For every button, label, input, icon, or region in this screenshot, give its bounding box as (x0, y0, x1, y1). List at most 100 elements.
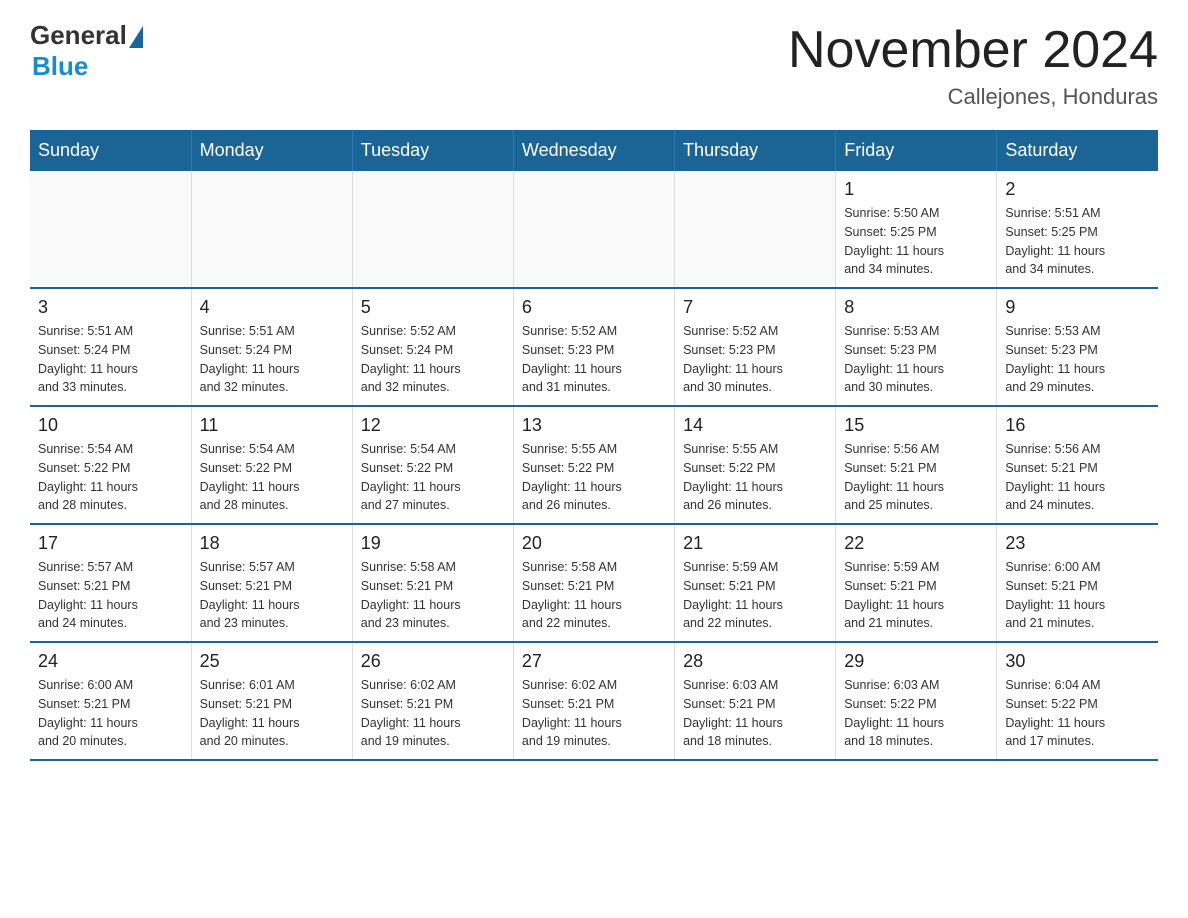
day-number: 18 (200, 533, 344, 554)
main-title: November 2024 (788, 20, 1158, 80)
calendar-cell: 3 Sunrise: 5:51 AM Sunset: 5:24 PM Daylig… (30, 288, 191, 406)
day-info: Sunrise: 5:55 AM Sunset: 5:22 PM Dayligh… (522, 440, 666, 515)
calendar-cell: 5 Sunrise: 5:52 AM Sunset: 5:24 PM Daylig… (352, 288, 513, 406)
day-number: 26 (361, 651, 505, 672)
day-info: Sunrise: 5:59 AM Sunset: 5:21 PM Dayligh… (683, 558, 827, 633)
calendar-cell: 28Sunrise: 6:03 AM Sunset: 5:21 PM Dayli… (675, 642, 836, 760)
day-number: 13 (522, 415, 666, 436)
day-info: Sunrise: 5:52 AM Sunset: 5:24 PM Dayligh… (361, 322, 505, 397)
day-number: 1 (844, 179, 988, 200)
day-info: Sunrise: 5:50 AM Sunset: 5:25 PM Dayligh… (844, 204, 988, 279)
day-info: Sunrise: 5:57 AM Sunset: 5:21 PM Dayligh… (38, 558, 183, 633)
day-number: 22 (844, 533, 988, 554)
day-info: Sunrise: 6:04 AM Sunset: 5:22 PM Dayligh… (1005, 676, 1150, 751)
day-number: 24 (38, 651, 183, 672)
calendar-body: 1 Sunrise: 5:50 AM Sunset: 5:25 PM Daylig… (30, 171, 1158, 760)
calendar-cell: 25 Sunrise: 6:01 AM Sunset: 5:21 PM Dayli… (191, 642, 352, 760)
day-info: Sunrise: 6:02 AM Sunset: 5:21 PM Dayligh… (522, 676, 666, 751)
day-info: Sunrise: 5:51 AM Sunset: 5:25 PM Dayligh… (1005, 204, 1150, 279)
day-number: 30 (1005, 651, 1150, 672)
day-info: Sunrise: 5:58 AM Sunset: 5:21 PM Dayligh… (522, 558, 666, 633)
day-info: Sunrise: 5:57 AM Sunset: 5:21 PM Dayligh… (200, 558, 344, 633)
calendar-cell: 29 Sunrise: 6:03 AM Sunset: 5:22 PM Dayli… (836, 642, 997, 760)
day-number: 8 (844, 297, 988, 318)
day-number: 2 (1005, 179, 1150, 200)
calendar-cell (352, 171, 513, 288)
day-number: 16 (1005, 415, 1150, 436)
day-info: Sunrise: 6:03 AM Sunset: 5:22 PM Dayligh… (844, 676, 988, 751)
calendar-cell: 21 Sunrise: 5:59 AM Sunset: 5:21 PM Dayli… (675, 524, 836, 642)
week-row-4: 17 Sunrise: 5:57 AM Sunset: 5:21 PM Dayli… (30, 524, 1158, 642)
calendar-cell: 17 Sunrise: 5:57 AM Sunset: 5:21 PM Dayli… (30, 524, 191, 642)
day-info: Sunrise: 5:58 AM Sunset: 5:21 PM Dayligh… (361, 558, 505, 633)
calendar-cell: 26 Sunrise: 6:02 AM Sunset: 5:21 PM Dayli… (352, 642, 513, 760)
day-info: Sunrise: 6:00 AM Sunset: 5:21 PM Dayligh… (1005, 558, 1150, 633)
calendar-cell: 11 Sunrise: 5:54 AM Sunset: 5:22 PM Dayli… (191, 406, 352, 524)
header-cell-sunday: Sunday (30, 130, 191, 171)
day-info: Sunrise: 6:02 AM Sunset: 5:21 PM Dayligh… (361, 676, 505, 751)
day-number: 29 (844, 651, 988, 672)
day-info: Sunrise: 5:51 AM Sunset: 5:24 PM Dayligh… (38, 322, 183, 397)
logo-triangle-icon (129, 26, 143, 48)
header-cell-tuesday: Tuesday (352, 130, 513, 171)
calendar-cell: 1 Sunrise: 5:50 AM Sunset: 5:25 PM Daylig… (836, 171, 997, 288)
calendar-cell: 15Sunrise: 5:56 AM Sunset: 5:21 PM Dayli… (836, 406, 997, 524)
calendar-cell: 23Sunrise: 6:00 AM Sunset: 5:21 PM Dayli… (997, 524, 1158, 642)
calendar-cell: 13 Sunrise: 5:55 AM Sunset: 5:22 PM Dayli… (513, 406, 674, 524)
day-number: 9 (1005, 297, 1150, 318)
calendar-cell: 24 Sunrise: 6:00 AM Sunset: 5:21 PM Dayli… (30, 642, 191, 760)
day-info: Sunrise: 5:56 AM Sunset: 5:21 PM Dayligh… (1005, 440, 1150, 515)
calendar-cell (675, 171, 836, 288)
calendar-cell: 7 Sunrise: 5:52 AM Sunset: 5:23 PM Daylig… (675, 288, 836, 406)
calendar-cell (30, 171, 191, 288)
day-number: 14 (683, 415, 827, 436)
day-info: Sunrise: 5:52 AM Sunset: 5:23 PM Dayligh… (522, 322, 666, 397)
header-cell-wednesday: Wednesday (513, 130, 674, 171)
day-info: Sunrise: 5:53 AM Sunset: 5:23 PM Dayligh… (1005, 322, 1150, 397)
logo-general-text: General (30, 20, 127, 51)
day-info: Sunrise: 6:01 AM Sunset: 5:21 PM Dayligh… (200, 676, 344, 751)
location-subtitle: Callejones, Honduras (788, 84, 1158, 110)
day-info: Sunrise: 5:55 AM Sunset: 5:22 PM Dayligh… (683, 440, 827, 515)
calendar-cell (191, 171, 352, 288)
day-number: 10 (38, 415, 183, 436)
day-number: 20 (522, 533, 666, 554)
day-info: Sunrise: 5:54 AM Sunset: 5:22 PM Dayligh… (38, 440, 183, 515)
calendar-header: SundayMondayTuesdayWednesdayThursdayFrid… (30, 130, 1158, 171)
day-number: 21 (683, 533, 827, 554)
day-number: 3 (38, 297, 183, 318)
logo: General Blue (30, 20, 143, 82)
calendar-cell: 18 Sunrise: 5:57 AM Sunset: 5:21 PM Dayli… (191, 524, 352, 642)
title-section: November 2024 Callejones, Honduras (788, 20, 1158, 110)
day-number: 4 (200, 297, 344, 318)
day-number: 11 (200, 415, 344, 436)
calendar-cell: 2 Sunrise: 5:51 AM Sunset: 5:25 PM Daylig… (997, 171, 1158, 288)
header-cell-friday: Friday (836, 130, 997, 171)
day-number: 25 (200, 651, 344, 672)
day-info: Sunrise: 5:54 AM Sunset: 5:22 PM Dayligh… (200, 440, 344, 515)
calendar-cell: 8 Sunrise: 5:53 AM Sunset: 5:23 PM Daylig… (836, 288, 997, 406)
day-info: Sunrise: 6:00 AM Sunset: 5:21 PM Dayligh… (38, 676, 183, 751)
week-row-1: 1 Sunrise: 5:50 AM Sunset: 5:25 PM Daylig… (30, 171, 1158, 288)
calendar-cell: 16 Sunrise: 5:56 AM Sunset: 5:21 PM Dayli… (997, 406, 1158, 524)
calendar-cell: 10 Sunrise: 5:54 AM Sunset: 5:22 PM Dayli… (30, 406, 191, 524)
day-number: 12 (361, 415, 505, 436)
day-number: 7 (683, 297, 827, 318)
calendar-cell: 22Sunrise: 5:59 AM Sunset: 5:21 PM Dayli… (836, 524, 997, 642)
calendar-cell: 20 Sunrise: 5:58 AM Sunset: 5:21 PM Dayli… (513, 524, 674, 642)
day-number: 5 (361, 297, 505, 318)
day-number: 28 (683, 651, 827, 672)
day-info: Sunrise: 5:52 AM Sunset: 5:23 PM Dayligh… (683, 322, 827, 397)
day-number: 19 (361, 533, 505, 554)
calendar-cell: 19 Sunrise: 5:58 AM Sunset: 5:21 PM Dayli… (352, 524, 513, 642)
week-row-5: 24 Sunrise: 6:00 AM Sunset: 5:21 PM Dayli… (30, 642, 1158, 760)
day-number: 17 (38, 533, 183, 554)
calendar-cell: 30 Sunrise: 6:04 AM Sunset: 5:22 PM Dayli… (997, 642, 1158, 760)
calendar-cell: 4Sunrise: 5:51 AM Sunset: 5:24 PM Daylig… (191, 288, 352, 406)
calendar-cell: 9 Sunrise: 5:53 AM Sunset: 5:23 PM Daylig… (997, 288, 1158, 406)
day-info: Sunrise: 5:54 AM Sunset: 5:22 PM Dayligh… (361, 440, 505, 515)
calendar-cell: 27Sunrise: 6:02 AM Sunset: 5:21 PM Dayli… (513, 642, 674, 760)
week-row-3: 10 Sunrise: 5:54 AM Sunset: 5:22 PM Dayli… (30, 406, 1158, 524)
day-info: Sunrise: 5:53 AM Sunset: 5:23 PM Dayligh… (844, 322, 988, 397)
header-cell-saturday: Saturday (997, 130, 1158, 171)
